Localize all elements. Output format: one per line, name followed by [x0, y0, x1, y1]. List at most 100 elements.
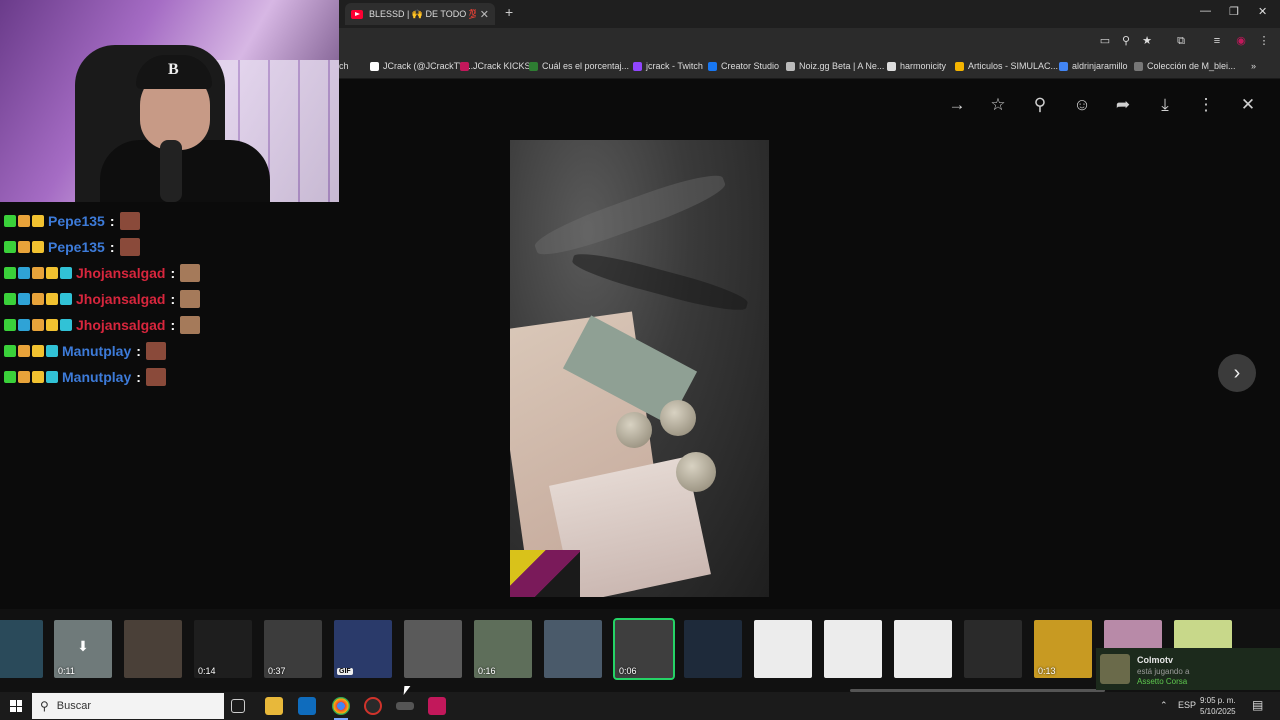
tray-overflow-icon[interactable]: ⌃	[1160, 700, 1168, 711]
close-window-button[interactable]: ✕	[1258, 5, 1267, 18]
chat-message: Jhojansalgad:	[4, 260, 339, 286]
chat-badge-icon	[4, 371, 16, 383]
bookmark-label: jcrack - Twitch	[646, 61, 703, 71]
chat-separator: :	[109, 213, 115, 229]
media-thumbnail[interactable]: 0:16	[474, 620, 532, 678]
video-duration: 0:37	[268, 666, 286, 676]
zoom-icon[interactable]: ⚲	[1119, 34, 1133, 48]
bookmark-item[interactable]: Colección de M_blei...	[1134, 61, 1236, 71]
new-tab-button[interactable]: +	[505, 4, 513, 20]
more-options-icon[interactable]: ⋮	[1196, 95, 1216, 115]
media-thumbnail[interactable]	[544, 620, 602, 678]
clock[interactable]: 9:05 p. m. 5/10/2025	[1200, 695, 1236, 717]
media-thumbnail[interactable]	[894, 620, 952, 678]
bookmark-favicon-icon	[633, 61, 642, 71]
next-media-button[interactable]: ›	[1218, 354, 1256, 392]
chat-badge-icon	[46, 267, 58, 279]
video-duration: 0:06	[619, 666, 637, 676]
browser-menu-icon[interactable]: ⋮	[1257, 34, 1271, 48]
app-icon[interactable]	[396, 702, 414, 710]
share-icon[interactable]: ➦	[1113, 95, 1133, 115]
chat-username[interactable]: Pepe135	[48, 239, 105, 255]
forward-arrow-icon[interactable]: →	[947, 95, 967, 115]
media-thumbnail[interactable]	[754, 620, 812, 678]
minimize-button[interactable]: —	[1200, 5, 1211, 17]
download-icon[interactable]: ⤓	[1155, 95, 1175, 115]
outlook-icon[interactable]	[298, 697, 316, 715]
media-thumbnail[interactable]: ⬇ 0:11	[54, 620, 112, 678]
bookmark-star-icon[interactable]: ★	[1140, 34, 1154, 48]
language-indicator[interactable]: ESP	[1178, 700, 1196, 710]
obs-icon[interactable]	[364, 697, 382, 715]
chat-username[interactable]: Manutplay	[62, 369, 131, 385]
bookmark-favicon-icon	[529, 61, 538, 71]
media-thumbnail[interactable]	[124, 620, 182, 678]
media-thumbnail[interactable]	[0, 620, 43, 678]
media-thumbnail[interactable]	[824, 620, 882, 678]
star-icon[interactable]: ☆	[988, 95, 1008, 115]
game-notification[interactable]: Colmotv está jugando a Assetto Corsa	[1096, 648, 1280, 690]
chat-badge-icon	[60, 267, 72, 279]
browser-tab-bar: BLESSD | 🙌 DE TODO 💯 - Yo ✕ + — ❐ ✕	[339, 0, 1280, 28]
chat-username[interactable]: Jhojansalgad	[76, 317, 165, 333]
media-thumbnail[interactable]: 0:14	[194, 620, 252, 678]
bookmark-item[interactable]: ch	[339, 61, 349, 71]
task-view-icon[interactable]	[231, 699, 245, 713]
restore-button[interactable]: ❐	[1229, 5, 1239, 18]
chat-username[interactable]: Pepe135	[48, 213, 105, 229]
chat-username[interactable]: Jhojansalgad	[76, 291, 165, 307]
pin-icon[interactable]: ⚲	[1030, 95, 1050, 115]
bookmark-item[interactable]: Cuál es el porcentaj...	[529, 61, 629, 71]
clock-date: 5/10/2025	[1200, 707, 1236, 716]
bookmark-item[interactable]: Noiz.gg Beta | A Ne...	[786, 61, 884, 71]
bookmark-item[interactable]: jcrack - Twitch	[633, 61, 703, 71]
media-thumbnail[interactable]: 0:13	[1034, 620, 1092, 678]
chat-badge-icon	[60, 293, 72, 305]
chat-separator: :	[136, 343, 141, 359]
chat-username[interactable]: Jhojansalgad	[76, 265, 165, 281]
streamer-webcam: B	[0, 0, 339, 202]
chat-emote-icon	[180, 264, 201, 282]
media-controls-icon[interactable]: ≡	[1210, 34, 1224, 48]
profile-icon[interactable]: ◉	[1234, 34, 1248, 48]
media-thumbnail[interactable]: 0:37	[264, 620, 322, 678]
extensions-icon[interactable]: ⧉	[1174, 34, 1188, 48]
download-arrow-icon[interactable]: ⬇	[74, 638, 92, 656]
bookmark-item[interactable]: aldrinjaramillo	[1059, 61, 1128, 71]
chat-badge-icon	[32, 345, 44, 357]
media-thumbnail[interactable]: 0:06	[613, 618, 675, 680]
chat-badge-icon	[18, 345, 30, 357]
tab-youtube[interactable]: BLESSD | 🙌 DE TODO 💯 - Yo ✕	[345, 3, 495, 25]
chat-separator: :	[170, 291, 176, 307]
chat-badge-icon	[18, 241, 30, 253]
media-thumbnail[interactable]	[684, 620, 742, 678]
bookmark-item[interactable]: Articulos - SIMULAC...	[955, 61, 1058, 71]
chat-username[interactable]: Manutplay	[62, 343, 131, 359]
chat-separator: :	[170, 317, 176, 333]
screen-cast-icon[interactable]: ▭	[1098, 34, 1112, 48]
video-duration: 0:16	[478, 666, 496, 676]
taskbar-search[interactable]: ⚲ Buscar	[32, 693, 224, 719]
bookmark-item[interactable]: Creator Studio	[708, 61, 779, 71]
bookmarks-overflow-button[interactable]: »	[1251, 61, 1256, 71]
screen: BLESSD | 🙌 DE TODO 💯 - Yo ✕ + — ❐ ✕ ▭ ⚲ …	[0, 0, 1280, 720]
file-explorer-icon[interactable]	[265, 697, 283, 715]
close-viewer-icon[interactable]: ✕	[1238, 95, 1258, 115]
emoji-icon[interactable]: ☺	[1072, 95, 1092, 115]
chat-badge-icon	[32, 319, 44, 331]
app-icon-red[interactable]	[428, 697, 446, 715]
windows-start-icon[interactable]	[10, 700, 22, 712]
media-thumbnail[interactable]	[404, 620, 462, 678]
chat-badge-icon	[32, 371, 44, 383]
chat-badge-icon	[32, 293, 44, 305]
notification-center-icon[interactable]: ▤	[1252, 698, 1263, 712]
bookmark-item[interactable]: JCrack KICKS	[460, 61, 531, 71]
media-thumbnail[interactable]	[964, 620, 1022, 678]
browser-toolbar: ▭ ⚲ ★ ⧉ ≡ ◉ ⋮	[339, 28, 1280, 55]
chrome-icon[interactable]	[332, 697, 350, 720]
media-thumbnail[interactable]: GIF	[334, 620, 392, 678]
tab-close-icon[interactable]: ✕	[480, 8, 489, 21]
chat-emote-icon	[145, 368, 166, 386]
bookmark-favicon-icon	[370, 61, 379, 71]
bookmark-item[interactable]: harmonicity	[887, 61, 946, 71]
